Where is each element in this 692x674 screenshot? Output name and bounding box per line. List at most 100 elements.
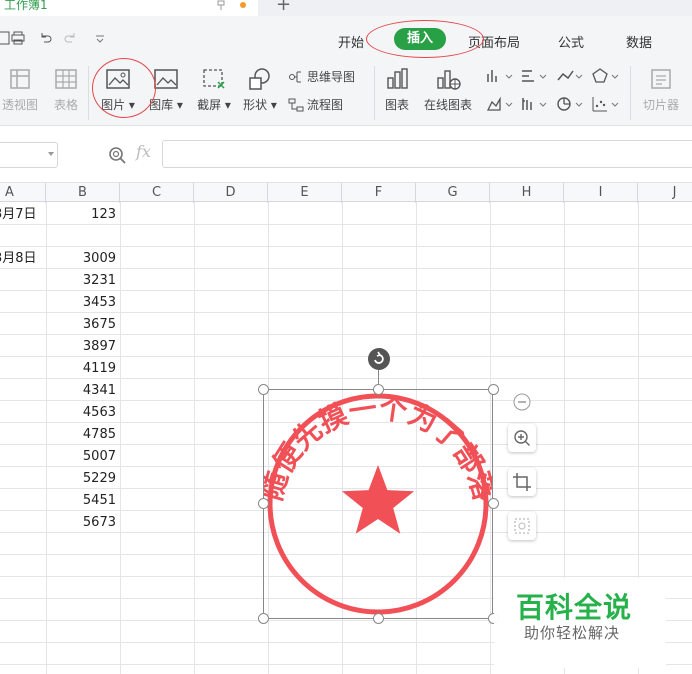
cell-b10[interactable]: 4563 xyxy=(48,402,116,424)
column-header-g[interactable]: G xyxy=(416,183,490,203)
grid-column-line xyxy=(46,202,47,674)
flowchart-label: 流程图 xyxy=(307,98,344,112)
shape-dropdown-icon[interactable]: ▾ xyxy=(267,98,277,112)
zoom-in-button[interactable] xyxy=(508,424,536,452)
rotate-icon xyxy=(374,351,384,364)
grid-row-line xyxy=(0,356,692,357)
pivot-chart-button[interactable]: 透视图 xyxy=(0,66,42,113)
print-icon[interactable] xyxy=(10,30,26,46)
resize-handle-top[interactable] xyxy=(373,384,384,395)
chart-icon xyxy=(387,68,408,89)
image-effects-icon xyxy=(514,518,530,534)
formula-input[interactable] xyxy=(162,140,692,168)
crop-button[interactable] xyxy=(508,468,536,496)
zoom-out-icon[interactable] xyxy=(512,392,532,412)
cell-b4[interactable]: 3231 xyxy=(48,270,116,292)
cell-b8[interactable]: 4119 xyxy=(48,358,116,380)
screenshot-dropdown-icon[interactable]: ▾ xyxy=(221,98,231,112)
slicer-button[interactable]: 切片器 xyxy=(636,66,686,113)
screenshot-icon xyxy=(203,69,225,89)
rotate-stem xyxy=(378,370,379,384)
new-tab-icon[interactable]: + xyxy=(276,0,291,15)
column-headers: A B C D E F G H I J xyxy=(0,182,692,203)
bar-chart-small-icon[interactable] xyxy=(520,68,550,84)
column-header-b[interactable]: B xyxy=(46,183,120,203)
line-chart-small-icon[interactable] xyxy=(556,68,586,84)
column-header-j[interactable]: J xyxy=(638,183,692,203)
table-button[interactable]: 表格 xyxy=(48,66,84,113)
cell-b15[interactable]: 5673 xyxy=(48,512,116,534)
grid-row-line xyxy=(0,224,692,225)
chart-button[interactable]: 图表 xyxy=(380,66,414,113)
cell-b9[interactable]: 4341 xyxy=(48,380,116,402)
selection-frame xyxy=(263,389,493,619)
table-label: 表格 xyxy=(53,98,78,112)
column-header-d[interactable]: D xyxy=(194,183,268,203)
gallery-dropdown-icon[interactable]: ▾ xyxy=(173,98,183,112)
cell-b6[interactable]: 3675 xyxy=(48,314,116,336)
menu-home[interactable]: 开始 xyxy=(338,32,364,51)
ribbon-separator xyxy=(630,66,631,120)
online-chart-label: 在线图表 xyxy=(423,98,472,112)
name-box-dropdown-icon[interactable] xyxy=(48,152,54,156)
scatter-chart-small-icon[interactable] xyxy=(592,96,622,112)
pin-icon[interactable] xyxy=(216,0,226,10)
online-chart-button[interactable]: 在线图表 xyxy=(418,66,478,113)
formula-bar: fx xyxy=(0,126,692,182)
resize-handle-right[interactable] xyxy=(488,498,499,509)
resize-handle-top-left[interactable] xyxy=(258,384,269,395)
crop-icon xyxy=(513,473,531,491)
column-header-c[interactable]: C xyxy=(120,183,194,203)
menu-data[interactable]: 数据 xyxy=(626,32,652,51)
document-tab-label: 工作簿1 xyxy=(4,0,48,12)
resize-handle-bottom[interactable] xyxy=(373,613,384,624)
zoom-lookup-icon[interactable] xyxy=(108,146,126,164)
resize-handle-top-right[interactable] xyxy=(488,384,499,395)
column-header-a[interactable]: A xyxy=(0,183,46,203)
cell-b5[interactable]: 3453 xyxy=(48,292,116,314)
flowchart-icon xyxy=(288,98,304,111)
pivot-chart-label: 透视图 xyxy=(1,98,38,112)
rotate-handle[interactable] xyxy=(368,348,390,370)
cell-b7[interactable]: 3897 xyxy=(48,336,116,358)
watermark-title: 百科全说 xyxy=(516,591,633,624)
pie-chart-small-icon[interactable] xyxy=(556,96,586,112)
shape-button[interactable]: 形状 ▾ xyxy=(238,66,282,113)
undo-icon[interactable] xyxy=(38,30,54,46)
column-header-f[interactable]: F xyxy=(342,183,416,203)
unsaved-dot-icon xyxy=(240,2,246,8)
resize-handle-left[interactable] xyxy=(258,498,269,509)
cell-b14[interactable]: 5451 xyxy=(48,490,116,512)
resize-handle-bottom-left[interactable] xyxy=(258,613,269,624)
redo-icon[interactable] xyxy=(62,30,78,46)
column-chart-small-icon[interactable] xyxy=(486,68,516,84)
stock-chart-small-icon[interactable] xyxy=(520,96,550,112)
fx-icon[interactable]: fx xyxy=(136,142,151,161)
menu-formula[interactable]: 公式 xyxy=(558,32,584,51)
watermark-subtitle: 助你轻松解决 xyxy=(524,624,621,642)
cell-b1[interactable]: 123 xyxy=(48,204,116,226)
zoom-in-icon xyxy=(514,430,530,446)
document-tab[interactable]: 工作簿1 xyxy=(0,0,258,16)
cell-a1[interactable]: 3月7日 xyxy=(0,204,44,226)
radar-chart-small-icon[interactable] xyxy=(592,68,622,84)
screenshot-label: 截屏 xyxy=(197,98,222,112)
watermark: 百科全说 助你轻松解决 xyxy=(494,578,666,668)
screenshot-button[interactable]: 截屏 ▾ xyxy=(192,66,236,113)
grid-row-line xyxy=(0,312,692,313)
quick-access-dropdown-icon[interactable] xyxy=(92,30,108,46)
mindmap-button[interactable]: 思维导图 xyxy=(288,68,355,85)
column-header-e[interactable]: E xyxy=(268,183,342,203)
cell-b12[interactable]: 5007 xyxy=(48,446,116,468)
cell-b3[interactable]: 3009 xyxy=(48,248,116,270)
image-effects-button[interactable] xyxy=(508,512,536,540)
column-header-h[interactable]: H xyxy=(490,183,564,203)
flowchart-button[interactable]: 流程图 xyxy=(288,96,343,113)
area-chart-small-icon[interactable] xyxy=(486,96,516,112)
slicer-label: 切片器 xyxy=(642,98,679,112)
grid-row-line xyxy=(0,334,692,335)
cell-b13[interactable]: 5229 xyxy=(48,468,116,490)
cell-a3[interactable]: 3月8日 xyxy=(0,248,44,270)
column-header-i[interactable]: I xyxy=(564,183,638,203)
cell-b11[interactable]: 4785 xyxy=(48,424,116,446)
